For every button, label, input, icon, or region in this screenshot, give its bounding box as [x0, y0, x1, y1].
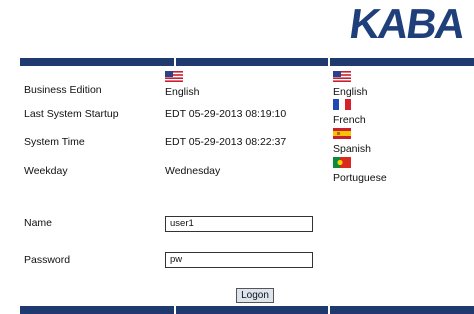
- us-flag-icon[interactable]: [333, 71, 351, 82]
- language-portuguese-link[interactable]: Portuguese: [333, 172, 387, 184]
- spain-flag-icon[interactable]: [333, 128, 351, 139]
- password-input[interactable]: pw: [165, 252, 313, 268]
- language-french-link[interactable]: French: [333, 114, 366, 126]
- name-label: Name: [24, 217, 53, 229]
- bar-separator: [328, 306, 330, 314]
- france-flag-icon[interactable]: [333, 99, 351, 110]
- us-flag-icon: [165, 71, 183, 82]
- language-english-link[interactable]: English: [333, 86, 367, 98]
- logon-button[interactable]: Logon: [236, 288, 274, 303]
- weekday-label: Weekday: [24, 165, 68, 177]
- name-input[interactable]: user1: [165, 216, 313, 232]
- startup-label: Last System Startup: [24, 108, 119, 120]
- header-bar: [20, 58, 474, 66]
- footer-bar: [20, 306, 474, 314]
- edition-value: English: [165, 86, 200, 98]
- edition-label: Business Edition: [24, 84, 102, 96]
- kaba-logo: KABA: [347, 6, 467, 42]
- password-label: Password: [24, 254, 71, 266]
- startup-value: EDT 05-29-2013 08:19:10: [165, 108, 287, 120]
- language-spanish-link[interactable]: Spanish: [333, 143, 371, 155]
- bar-separator: [328, 58, 330, 66]
- bar-separator: [174, 58, 176, 66]
- weekday-value: Wednesday: [165, 165, 221, 177]
- system-time-label: System Time: [24, 136, 85, 148]
- system-time-value: EDT 05-29-2013 08:22:37: [165, 136, 287, 148]
- bar-separator: [174, 306, 176, 314]
- portugal-flag-icon[interactable]: [333, 157, 351, 168]
